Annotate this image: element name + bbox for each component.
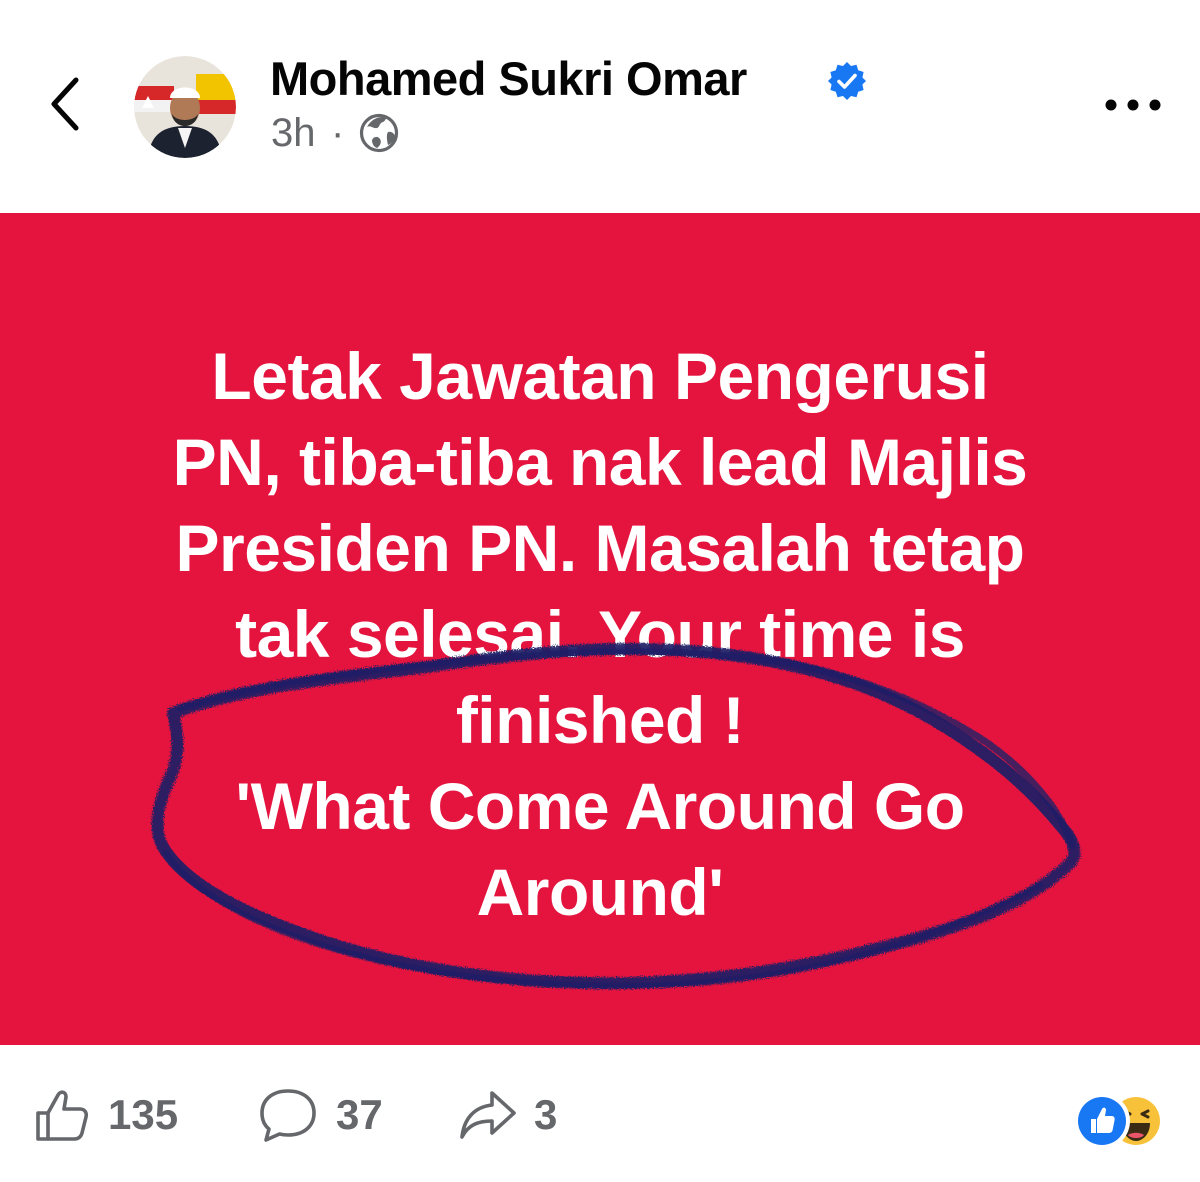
separator-dot: ·	[331, 111, 345, 155]
post-text-line: tak selesai. Your time is	[235, 597, 965, 671]
share-count: 3	[534, 1091, 558, 1138]
thumbs-up-icon	[36, 1090, 89, 1141]
post-text-line: 'What Come Around Go	[235, 769, 965, 843]
like-button[interactable]: 135	[34, 1085, 204, 1145]
reaction-summary[interactable]	[1072, 1089, 1172, 1153]
more-horizontal-icon	[1105, 99, 1161, 111]
post-text-line: PN, tiba-tiba nak lead Majlis	[172, 425, 1028, 499]
post-text-line: Presiden PN. Masalah tetap	[175, 511, 1025, 585]
like-reaction-icon	[1074, 1093, 1130, 1149]
chevron-left-icon	[51, 77, 79, 131]
share-button[interactable]: 3	[458, 1085, 578, 1145]
comment-count: 37	[336, 1091, 383, 1138]
post-footer: 135 37 3	[0, 1045, 1200, 1182]
comment-bubble-icon	[260, 1089, 316, 1142]
post-text: Letak Jawatan Pengerusi PN, tiba-tiba na…	[60, 333, 1140, 935]
back-button[interactable]	[40, 70, 92, 140]
facebook-post-view: Mohamed Sukri Omar 3h · Letak Jawatan Pe…	[0, 0, 1200, 1182]
avatar[interactable]	[134, 56, 236, 158]
globe-icon	[358, 112, 400, 154]
post-card[interactable]: Letak Jawatan Pengerusi PN, tiba-tiba na…	[0, 213, 1200, 1045]
share-arrow-icon	[460, 1091, 516, 1139]
verified-badge-icon	[826, 60, 868, 102]
post-text-line: Letak Jawatan Pengerusi	[211, 339, 989, 413]
comment-button[interactable]: 37	[258, 1085, 408, 1145]
post-text-line: finished !	[455, 683, 745, 757]
author-photo	[134, 56, 236, 158]
like-count: 135	[108, 1091, 179, 1138]
post-timestamp[interactable]: 3h	[271, 108, 316, 158]
more-options-button[interactable]	[1100, 90, 1166, 120]
author-name[interactable]: Mohamed Sukri Omar	[270, 49, 747, 109]
post-text-line: Around'	[476, 855, 724, 929]
